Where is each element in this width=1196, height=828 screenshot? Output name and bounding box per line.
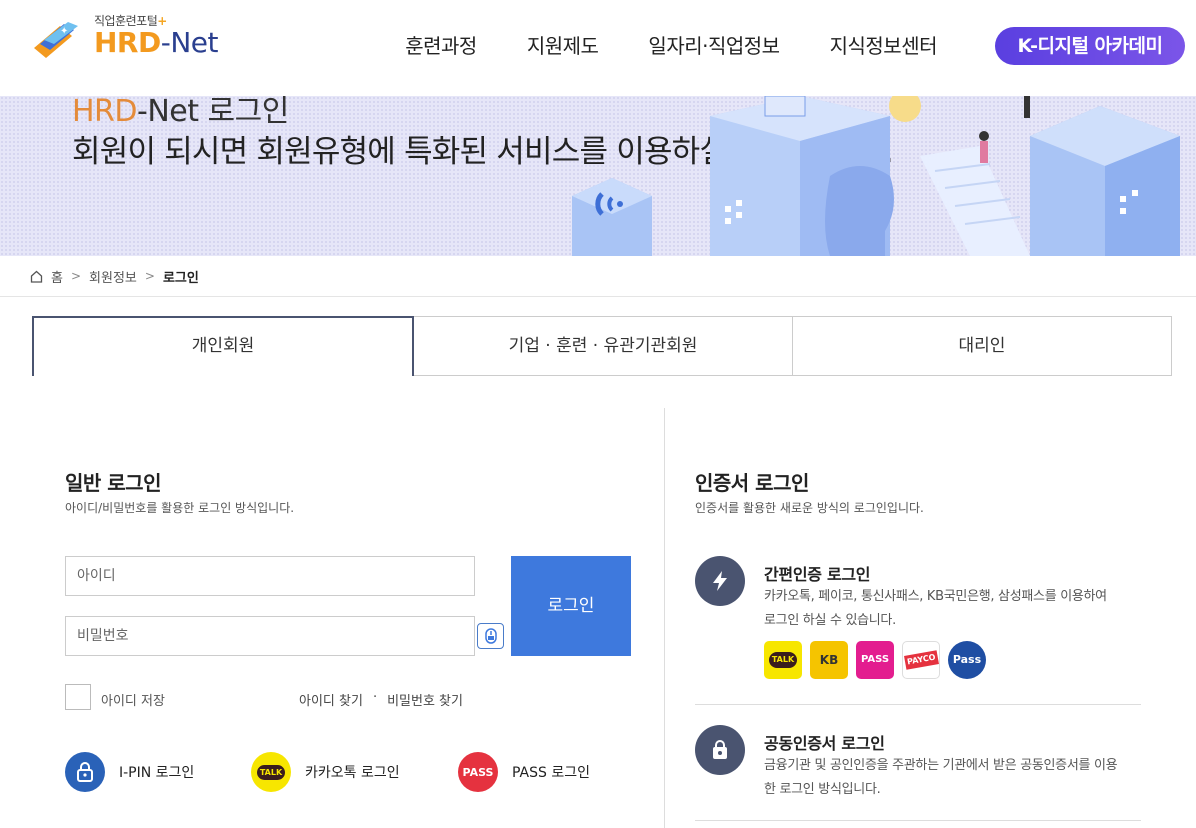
kb-bank-provider-icon[interactable]: KB — [810, 641, 848, 679]
simple-auth-button[interactable] — [695, 556, 745, 606]
virtual-keyboard-button[interactable] — [477, 623, 504, 649]
hrd-net-logo[interactable]: ✦ 직업훈련포털+ HRD-Net — [30, 12, 230, 62]
nav-support-system[interactable]: 지원제도 — [502, 30, 624, 62]
login-button[interactable]: 로그인 — [511, 556, 631, 656]
general-login-desc: 아이디/비밀번호를 활용한 로그인 방식입니다. — [65, 501, 295, 515]
password-input[interactable] — [65, 616, 475, 656]
nav-job-info[interactable]: 일자리·직업정보 — [623, 30, 804, 62]
k-digital-academy-button[interactable]: K-디지털 아카데미 — [995, 27, 1185, 65]
kakao-provider-icon[interactable]: TALK — [764, 641, 802, 679]
breadcrumb-current: 로그인 — [162, 270, 199, 286]
save-id-checkbox[interactable] — [65, 684, 91, 710]
find-account-links: 아이디 찾기 · 비밀번호 찾기 — [299, 690, 463, 709]
simple-auth-providers: TALK KB PASS PAYCO Pass — [764, 641, 986, 679]
chevron-right-icon: > — [70, 269, 82, 283]
kakao-talk-icon: TALK — [251, 752, 291, 792]
pass-icon: PASS — [458, 752, 498, 792]
mouse-icon — [484, 628, 497, 644]
breadcrumb-member-info[interactable]: 회원정보 — [89, 267, 137, 286]
home-icon[interactable] — [30, 270, 43, 283]
divider — [695, 820, 1141, 821]
breadcrumb-home[interactable]: 홈 — [51, 267, 63, 286]
divider — [0, 296, 1196, 297]
logo-text: HRD-Net — [94, 26, 219, 59]
isometric-city-illustration — [572, 96, 1180, 256]
page-banner: HRD-Net 로그인 회원이 되시면 회원유형에 특화된 서비스를 이용하실 … — [0, 96, 1196, 256]
kakao-login-label: 카카오톡 로그인 — [305, 765, 400, 781]
joint-cert-desc: 금융기관 및 공인인증을 주관하는 기관에서 받은 공동인증서를 이용 한 로그… — [764, 758, 1118, 797]
tab-personal-member[interactable]: 개인회원 — [32, 316, 414, 376]
nav-training-courses[interactable]: 훈련과정 — [380, 30, 502, 62]
payco-provider-icon[interactable]: PAYCO — [902, 641, 940, 679]
separator-dot: · — [372, 690, 378, 705]
find-password-link[interactable]: 비밀번호 찾기 — [387, 690, 463, 709]
kakao-login-button[interactable]: TALK 카카오톡 로그인 — [251, 752, 400, 792]
joint-cert-title[interactable]: 공동인증서 로그인 — [764, 730, 885, 754]
breadcrumb: 홈 > 회원정보 > 로그인 — [30, 256, 199, 296]
column-divider — [664, 408, 665, 828]
chevron-right-icon: > — [144, 269, 155, 283]
save-id-label: 아이디 저장 — [101, 694, 165, 709]
pass-provider-icon[interactable]: PASS — [856, 641, 894, 679]
lightning-icon — [713, 571, 727, 591]
logo-mark-icon: ✦ — [34, 22, 78, 58]
svg-text:✦: ✦ — [60, 26, 68, 37]
lock-bag-icon — [713, 740, 727, 759]
tab-agent[interactable]: 대리인 — [792, 316, 1172, 376]
pass-login-label: PASS 로그인 — [512, 765, 590, 781]
divider — [695, 704, 1141, 705]
joint-cert-button[interactable] — [695, 725, 745, 775]
general-login-title: 일반 로그인 — [65, 471, 161, 495]
cert-login-title: 인증서 로그인 — [695, 471, 809, 495]
main-nav: 훈련과정 지원제도 일자리·직업정보 지식정보센터 — [380, 30, 962, 62]
page-title: HRD-Net 로그인 — [72, 96, 289, 129]
site-header: ✦ 직업훈련포털+ HRD-Net 훈련과정 지원제도 일자리·직업정보 지식정… — [0, 0, 1196, 96]
ipin-login-label: I-PIN 로그인 — [119, 765, 195, 781]
cert-login-desc: 인증서를 활용한 새로운 방식의 로그인입니다. — [695, 501, 924, 515]
simple-auth-desc: 카카오톡, 페이코, 통신사패스, KB국민은행, 삼성패스를 이용하여 로그인… — [764, 589, 1107, 628]
nav-knowledge-center[interactable]: 지식정보센터 — [805, 30, 962, 62]
find-id-link[interactable]: 아이디 찾기 — [299, 690, 363, 709]
ipin-login-button[interactable]: I-PIN 로그인 — [65, 752, 194, 792]
pass-login-button[interactable]: PASS PASS 로그인 — [458, 752, 590, 792]
member-type-tabs: 개인회원 기업 · 훈련 · 유관기관회원 대리인 — [32, 316, 1172, 376]
samsung-pass-provider-icon[interactable]: Pass — [948, 641, 986, 679]
id-input[interactable] — [65, 556, 475, 596]
tab-corporate-member[interactable]: 기업 · 훈련 · 유관기관회원 — [413, 316, 793, 376]
simple-auth-title[interactable]: 간편인증 로그인 — [764, 561, 871, 585]
lock-icon — [65, 752, 105, 792]
